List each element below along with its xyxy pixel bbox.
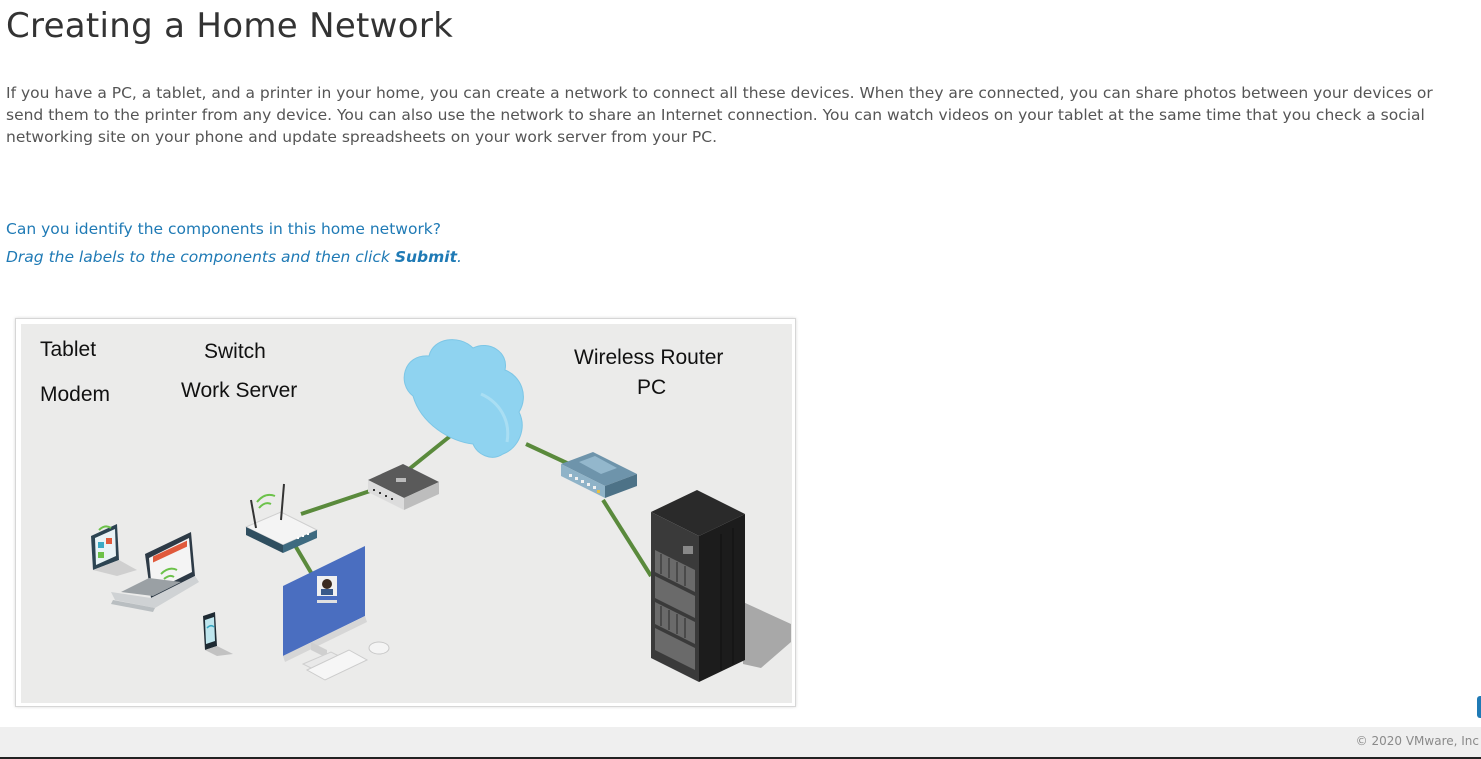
cable-cloud-switch [525,442,570,466]
mouse-icon [368,641,390,655]
network-scene [91,339,791,682]
copyright-text: © 2020 VMware, Inc [1355,734,1479,748]
page-title: Creating a Home Network [6,6,454,46]
label-pc[interactable]: PC [637,376,666,400]
side-panel-tab[interactable] [1477,696,1481,718]
cable-switch-server [601,498,653,578]
label-modem[interactable]: Modem [40,383,110,407]
cable-modem-router [300,488,374,516]
footer: © 2020 VMware, Inc [0,727,1481,757]
label-wireless-router[interactable]: Wireless Router [574,346,723,370]
question-text: Can you identify the components in this … [6,220,442,238]
tablet-icon[interactable] [91,524,137,576]
server-rack-icon[interactable] [651,490,791,682]
label-tablet[interactable]: Tablet [40,338,96,362]
network-diagram: Tablet Switch Modem Work Server Wireless… [21,324,792,703]
pc-monitor-icon[interactable] [283,546,390,681]
instruction-submit-word: Submit [394,248,457,266]
phone-icon[interactable] [203,612,233,656]
instruction-text: Drag the labels to the components and th… [6,248,462,266]
intro-paragraph: If you have a PC, a tablet, and a printe… [6,84,1433,146]
wireless-router-icon[interactable] [244,483,319,553]
modem-icon[interactable] [368,464,439,510]
label-work-server[interactable]: Work Server [181,379,297,403]
instruction-suffix: . [456,248,462,266]
instruction-prefix: Drag the labels to the components and th… [6,248,395,266]
label-switch[interactable]: Switch [204,340,266,364]
switch-icon[interactable] [561,452,637,498]
diagram-frame: Tablet Switch Modem Work Server Wireless… [15,318,796,707]
cloud-icon[interactable] [403,339,524,458]
